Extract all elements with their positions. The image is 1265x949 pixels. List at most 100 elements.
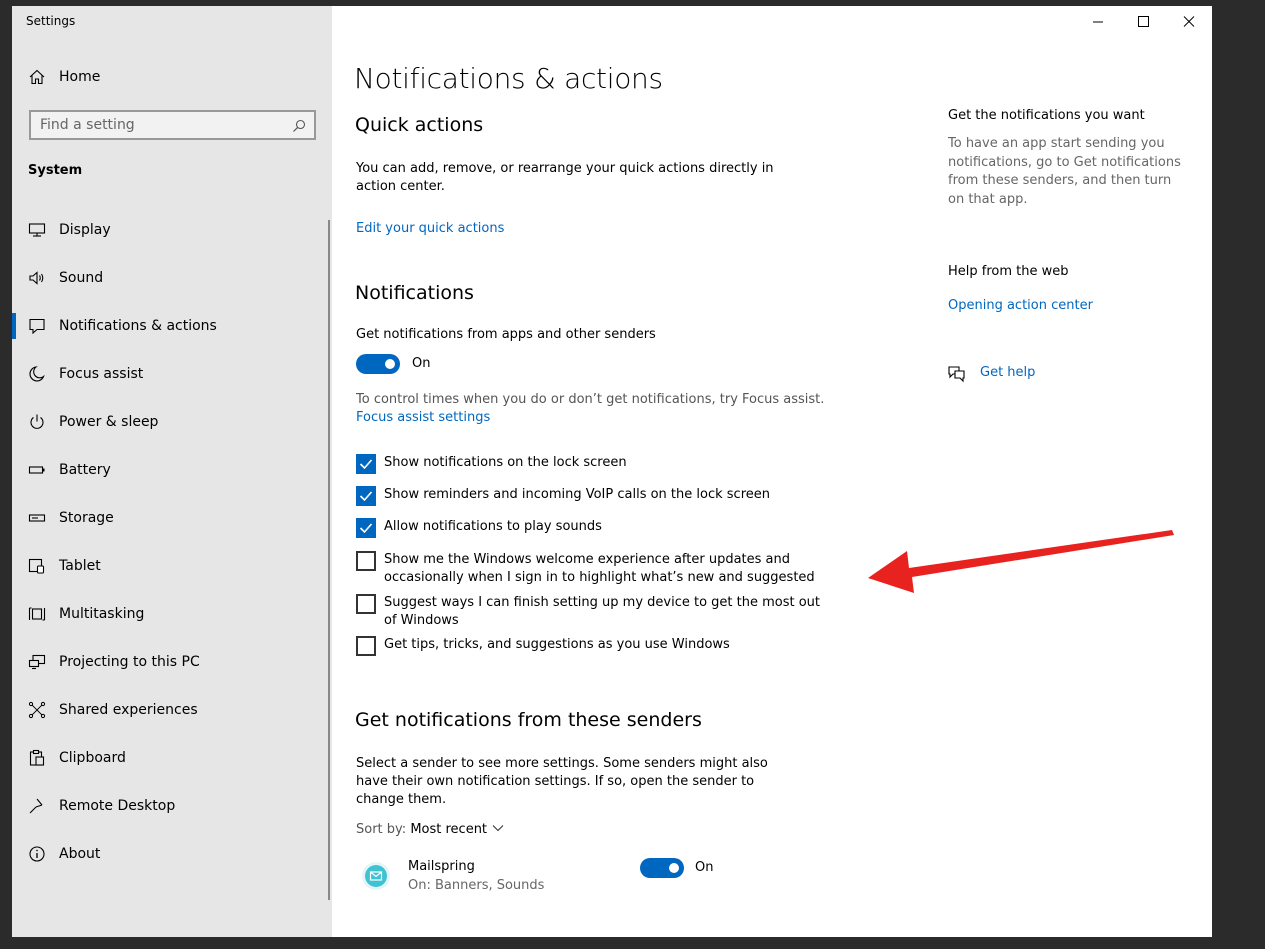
notifications-toggle-state: On	[412, 356, 431, 371]
mailspring-toggle[interactable]	[640, 858, 684, 878]
maximize-button[interactable]	[1123, 10, 1163, 34]
checkbox-label: Get tips, tricks, and suggestions as you…	[384, 637, 730, 652]
clipboard-icon	[28, 749, 46, 767]
checkmark-icon	[359, 523, 373, 534]
window-title: Settings	[26, 14, 76, 28]
checkbox-label: Allow notifications to play sounds	[384, 519, 602, 534]
senders-description: Select a sender to see more settings. So…	[356, 756, 768, 807]
power-icon	[28, 413, 46, 431]
toggle-knob	[385, 359, 395, 369]
main-content: Notifications & actions Quick actions Yo…	[332, 6, 1212, 937]
sort-by-value: Most recent	[410, 822, 488, 837]
checkbox-welcome-experience[interactable]	[356, 551, 376, 571]
checkbox-lock-screen-reminders[interactable]	[356, 486, 376, 506]
minimize-icon	[1093, 21, 1103, 23]
sidebar-item-focus-assist[interactable]: Focus assist	[12, 356, 328, 392]
sidebar-item-label: Focus assist	[59, 366, 144, 382]
sidebar-item-battery[interactable]: Battery	[12, 452, 328, 488]
checkbox-label: Suggest ways I can finish setting up my …	[384, 595, 821, 628]
quick-actions-description: You can add, remove, or rearrange your q…	[356, 161, 774, 194]
storage-icon	[28, 509, 46, 527]
sidebar-item-label: Storage	[59, 510, 114, 526]
info-icon	[28, 845, 46, 863]
shared-experiences-icon	[28, 701, 46, 719]
sidebar-item-label: Battery	[59, 462, 111, 478]
sidebar-home[interactable]: Home	[12, 66, 332, 90]
checkbox-lock-screen-notifications[interactable]	[356, 454, 376, 474]
sender-app-status: On: Banners, Sounds	[408, 878, 545, 893]
sidebar-item-label: Clipboard	[59, 750, 126, 766]
page-title: Notifications & actions	[354, 62, 663, 95]
sidebar-section-label: System	[28, 163, 83, 178]
close-button[interactable]	[1169, 10, 1209, 34]
search-input[interactable]	[31, 112, 290, 138]
edit-quick-actions-link[interactable]: Edit your quick actions	[356, 221, 504, 236]
projecting-icon	[28, 653, 46, 671]
sidebar-item-label: Shared experiences	[59, 702, 198, 718]
mailspring-icon	[362, 862, 390, 890]
focus-assist-settings-link[interactable]: Focus assist settings	[356, 410, 490, 425]
sort-by-dropdown[interactable]: Sort by: Most recent	[356, 822, 505, 837]
sidebar-item-shared-experiences[interactable]: Shared experiences	[12, 692, 328, 728]
sidebar-item-label: Multitasking	[59, 606, 145, 622]
sidebar-item-notifications[interactable]: Notifications & actions	[12, 308, 328, 344]
checkbox-label: Show me the Windows welcome experience a…	[384, 552, 815, 585]
checkbox-play-sounds[interactable]	[356, 518, 376, 538]
sender-app-name[interactable]: Mailspring	[408, 859, 475, 874]
sidebar-item-sound[interactable]: Sound	[12, 260, 328, 296]
sort-by-label: Sort by:	[356, 822, 407, 837]
home-icon	[28, 68, 46, 86]
sidebar-item-tablet[interactable]: Tablet	[12, 548, 328, 584]
checkmark-icon	[359, 491, 373, 502]
get-help-link[interactable]: Get help	[980, 365, 1035, 380]
focus-assist-hint: To control times when you do or don’t ge…	[356, 392, 825, 407]
sidebar-item-label: Tablet	[59, 558, 101, 574]
sidebar-home-label: Home	[59, 69, 101, 85]
moon-icon	[28, 365, 46, 383]
notifications-toggle-caption: Get notifications from apps and other se…	[356, 327, 656, 342]
checkbox-suggest-setup[interactable]	[356, 594, 376, 614]
notifications-icon	[28, 317, 46, 335]
checkbox-label: Show reminders and incoming VoIP calls o…	[384, 487, 770, 502]
sidebar-item-remote-desktop[interactable]: Remote Desktop	[12, 788, 328, 824]
get-help-icon	[947, 365, 967, 383]
sidebar-item-storage[interactable]: Storage	[12, 500, 328, 536]
display-icon	[28, 221, 46, 239]
search-icon[interactable]	[292, 118, 306, 132]
sidebar-scrollbar[interactable]	[328, 220, 330, 900]
sidebar-item-display[interactable]: Display	[12, 212, 328, 248]
notifications-heading: Notifications	[355, 282, 474, 304]
remote-desktop-icon	[28, 797, 46, 815]
sidebar-item-power-sleep[interactable]: Power & sleep	[12, 404, 328, 440]
opening-action-center-link[interactable]: Opening action center	[948, 298, 1093, 313]
search-box[interactable]	[29, 110, 316, 140]
sound-icon	[28, 269, 46, 287]
multitasking-icon	[28, 605, 46, 623]
mailspring-toggle-state: On	[695, 860, 714, 875]
notifications-toggle[interactable]	[356, 354, 400, 374]
checkbox-tips-tricks[interactable]	[356, 636, 376, 656]
sidebar-item-clipboard[interactable]: Clipboard	[12, 740, 328, 776]
senders-heading: Get notifications from these senders	[355, 709, 702, 731]
chevron-down-icon	[492, 825, 504, 832]
tablet-icon	[28, 557, 46, 575]
help-title: Help from the web	[948, 264, 1069, 279]
sidebar-item-label: Display	[59, 222, 111, 238]
maximize-icon	[1138, 16, 1149, 27]
close-icon	[1183, 16, 1195, 27]
sidebar-item-label: Projecting to this PC	[59, 654, 200, 670]
sidebar-item-projecting[interactable]: Projecting to this PC	[12, 644, 328, 680]
sidebar-item-about[interactable]: About	[12, 836, 328, 872]
settings-window: Settings Home System Display Sound Notif…	[12, 6, 1212, 937]
minimize-button[interactable]	[1078, 10, 1118, 34]
toggle-knob	[669, 863, 679, 873]
checkbox-label: Show notifications on the lock screen	[384, 455, 627, 470]
checkmark-icon	[359, 459, 373, 470]
sidebar-item-label: Remote Desktop	[59, 798, 176, 814]
sidebar: Settings Home System Display Sound Notif…	[12, 6, 332, 937]
sidebar-item-multitasking[interactable]: Multitasking	[12, 596, 328, 632]
info-text: To have an app start sending you notific…	[948, 136, 1181, 207]
sidebar-item-label: About	[59, 846, 101, 862]
info-title: Get the notifications you want	[948, 108, 1145, 123]
quick-actions-heading: Quick actions	[355, 114, 484, 136]
